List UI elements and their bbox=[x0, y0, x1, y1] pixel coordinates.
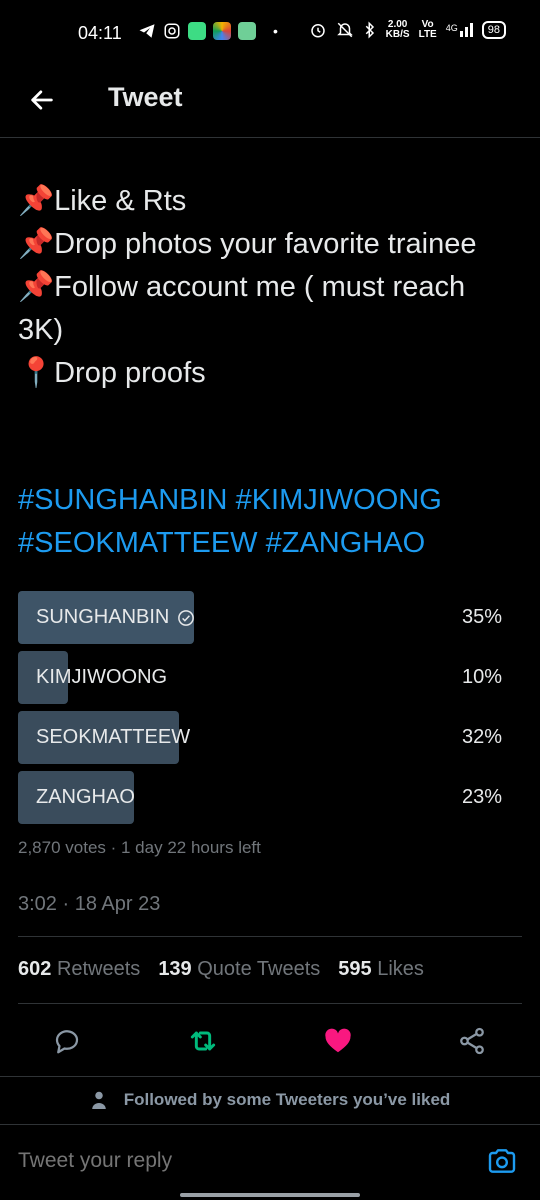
reply-icon bbox=[55, 1030, 79, 1054]
top-bar: Tweet bbox=[0, 66, 540, 138]
telegram-icon bbox=[139, 24, 155, 38]
camera-button[interactable] bbox=[484, 1143, 520, 1179]
retweet-icon bbox=[190, 1031, 216, 1051]
share-icon bbox=[460, 1027, 484, 1055]
hashtag-link[interactable]: #KIMJIWOONG bbox=[236, 484, 442, 516]
poll-option: KIMJIWOONG 10% bbox=[18, 651, 504, 704]
back-button[interactable] bbox=[22, 80, 62, 120]
poll-option-label: SUNGHANBIN bbox=[36, 606, 170, 628]
check-circle-icon bbox=[178, 609, 195, 626]
divider bbox=[18, 1003, 522, 1004]
poll-option-percent: 23% bbox=[461, 786, 502, 808]
bluetooth-icon bbox=[365, 21, 374, 39]
divider bbox=[18, 936, 522, 937]
poll-option: ZANGHAO 23% bbox=[18, 771, 504, 824]
likes-stat[interactable]: 595 Likes bbox=[338, 958, 424, 981]
back-arrow-icon bbox=[31, 90, 53, 110]
reply-bar bbox=[0, 1125, 540, 1200]
tweet-actions bbox=[0, 1020, 540, 1062]
like-button[interactable] bbox=[317, 1020, 359, 1062]
tweet-stats: 602 Retweets 139 Quote Tweets 595 Likes bbox=[18, 958, 424, 981]
poll-option-label: KIMJIWOONG bbox=[36, 666, 168, 688]
reply-input[interactable] bbox=[18, 1149, 438, 1173]
camera-icon bbox=[488, 1149, 516, 1173]
retweet-button[interactable] bbox=[182, 1020, 224, 1062]
poll-option: SUNGHANBIN 35% bbox=[18, 591, 504, 644]
volte-indicator: Vo LTE bbox=[418, 19, 437, 40]
app-chat-icon bbox=[238, 22, 256, 40]
retweets-stat[interactable]: 602 Retweets bbox=[18, 958, 140, 981]
poll-option-percent: 35% bbox=[461, 606, 502, 628]
poll-option-label: ZANGHAO bbox=[36, 786, 135, 808]
net-speed: 2.00 KB/S bbox=[385, 19, 410, 40]
battery-indicator: 98 bbox=[481, 21, 506, 39]
reply-button[interactable] bbox=[46, 1020, 88, 1062]
followed-notice: Followed by some Tweeters you’ve liked bbox=[0, 1090, 540, 1110]
person-icon bbox=[91, 1091, 106, 1109]
app-green-icon bbox=[188, 22, 206, 40]
status-time: 04:11 bbox=[78, 23, 122, 43]
alarm-icon bbox=[310, 24, 325, 38]
poll-option: SEOKMATTEEW 32% bbox=[18, 711, 504, 764]
dot-icon: • bbox=[273, 23, 278, 39]
status-bar: 04:11 • 2.00 KB/S Vo LTE 4G 98 bbox=[0, 0, 540, 66]
page-title: Tweet bbox=[108, 82, 183, 112]
hashtag-list: #SUNGHANBIN #KIMJIWOONG #SEOKMATTEEW #ZA… bbox=[18, 479, 518, 565]
heart-icon bbox=[325, 1028, 351, 1053]
poll-option-percent: 10% bbox=[461, 666, 502, 688]
share-button[interactable] bbox=[451, 1020, 493, 1062]
divider bbox=[0, 1076, 540, 1077]
quote-tweets-stat[interactable]: 139 Quote Tweets bbox=[158, 958, 320, 981]
tweet-text: 📌Like & Rts 📌Drop photos your favorite t… bbox=[18, 185, 477, 389]
mute-icon bbox=[336, 22, 353, 38]
hashtag-link[interactable]: #SEOKMATTEEW bbox=[18, 527, 258, 559]
poll-option-label: SEOKMATTEEW bbox=[36, 726, 191, 748]
notification-icons: • bbox=[138, 22, 278, 40]
poll: SUNGHANBIN 35% KIMJIWOONG 10% SEOKMATTEE… bbox=[18, 591, 504, 831]
status-right: 2.00 KB/S Vo LTE 4G 98 bbox=[309, 20, 506, 40]
tweet-timestamp: 3:02 · 18 Apr 23 bbox=[18, 893, 161, 915]
app-photos-icon bbox=[213, 22, 231, 40]
hashtag-link[interactable]: #SUNGHANBIN bbox=[18, 484, 228, 516]
signal-icon: 4G bbox=[446, 23, 473, 37]
instagram-icon bbox=[164, 23, 180, 39]
hashtag-link[interactable]: #ZANGHAO bbox=[266, 527, 426, 559]
followed-text: Followed by some Tweeters you’ve liked bbox=[123, 1090, 451, 1109]
poll-option-percent: 32% bbox=[461, 726, 502, 748]
home-indicator bbox=[180, 1193, 360, 1197]
poll-meta: 2,870 votes · 1 day 22 hours left bbox=[18, 838, 261, 857]
